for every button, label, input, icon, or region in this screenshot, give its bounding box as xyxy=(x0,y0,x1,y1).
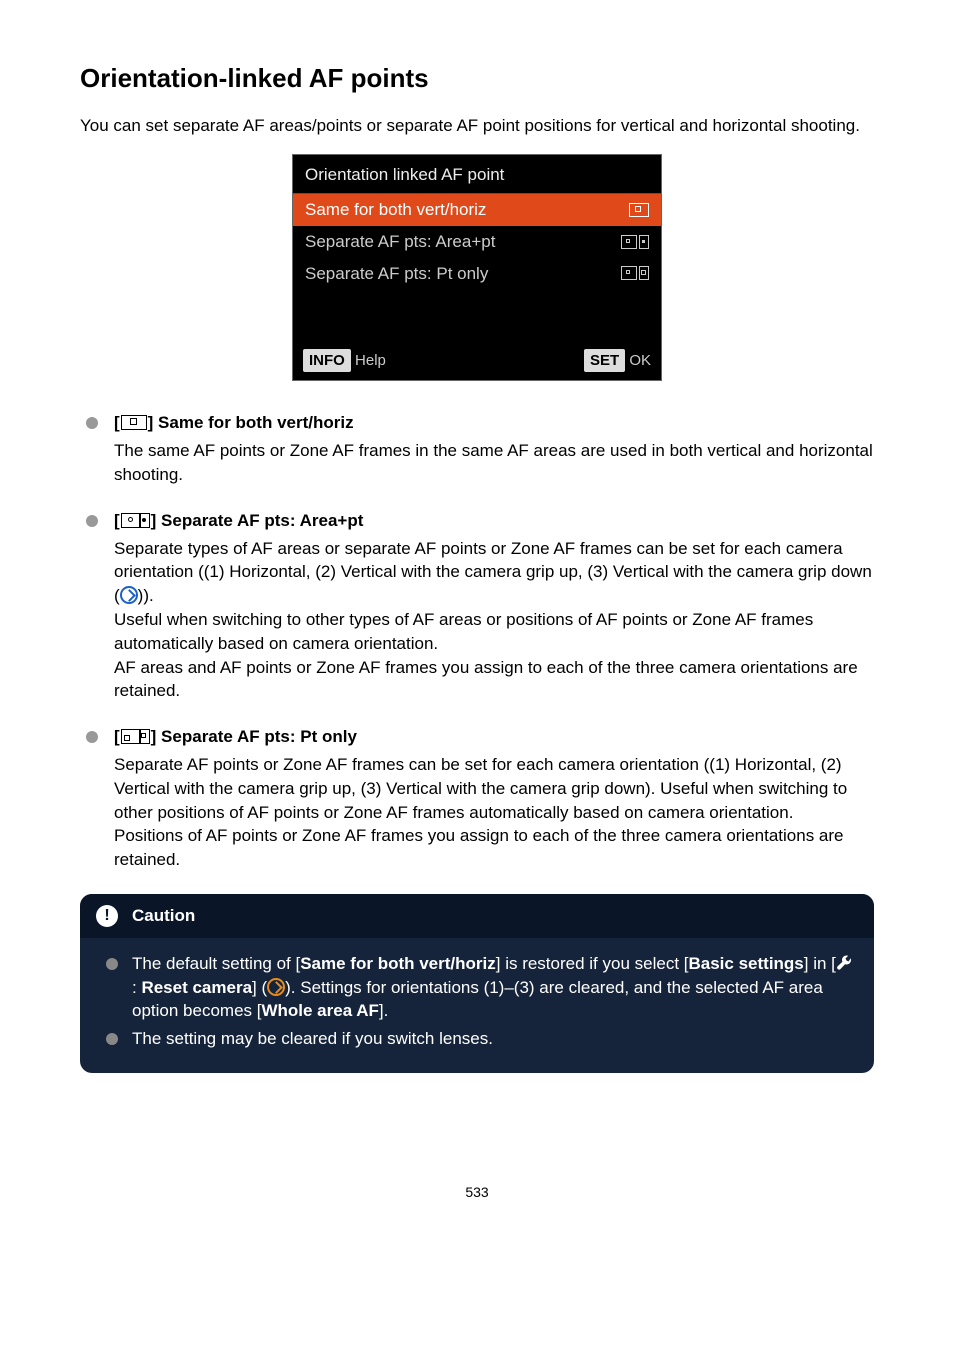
link-ref-icon[interactable] xyxy=(120,586,138,605)
desc-body-ptonly-2: Positions of AF points or Zone AF frames… xyxy=(114,824,874,872)
desc-item-areapt: [ ] Separate AF pts: Area+pt Separate typ… xyxy=(80,509,874,703)
desc-title-text: ] Same for both vert/horiz xyxy=(148,413,354,432)
text-part: ] in [ xyxy=(804,954,836,973)
footer-right: SET OK xyxy=(584,349,651,372)
desc-body-areapt-3: AF areas and AF points or Zone AF frames… xyxy=(114,656,874,704)
desc-title-ptonly: [ ] Separate AF pts: Pt only xyxy=(114,725,874,751)
text-part: ] ( xyxy=(252,978,267,997)
areapt-icon xyxy=(121,511,150,535)
caution-title: Caution xyxy=(132,904,195,928)
ptonly-icon xyxy=(121,727,150,751)
camera-menu-screenshot: Orientation linked AF point Same for bot… xyxy=(292,154,662,381)
desc-title-text: ] Separate AF pts: Area+pt xyxy=(151,511,364,530)
text-part: )). xyxy=(138,586,154,605)
bold-text: Basic settings xyxy=(689,954,804,973)
desc-body-ptonly-1: Separate AF points or Zone AF frames can… xyxy=(114,753,874,824)
option-descriptions: [ ] Same for both vert/horiz The same AF … xyxy=(80,411,874,872)
bold-text: Whole area AF xyxy=(261,1001,378,1020)
bold-text: Reset camera xyxy=(141,978,252,997)
desc-title-text: ] Separate AF pts: Pt only xyxy=(151,727,357,746)
option-icon-ptonly xyxy=(621,266,649,280)
desc-title-same: [ ] Same for both vert/horiz xyxy=(114,411,874,437)
desc-body-areapt-2: Useful when switching to other types of … xyxy=(114,608,874,656)
camera-menu-title: Orientation linked AF point xyxy=(293,155,661,194)
footer-right-label: OK xyxy=(629,352,651,369)
text-part: ]. xyxy=(379,1001,388,1020)
caution-list: The default setting of [Same for both ve… xyxy=(80,938,874,1051)
option-icon-same xyxy=(629,203,649,217)
footer-left-label: Help xyxy=(355,352,386,369)
caution-item-1: The default setting of [Same for both ve… xyxy=(104,952,854,1023)
bracket: [ xyxy=(114,413,120,432)
same-icon xyxy=(121,413,147,437)
menu-spacer xyxy=(293,289,661,343)
bracket: [ xyxy=(114,727,120,746)
menu-option-label: Same for both vert/horiz xyxy=(305,198,486,222)
page-number: 533 xyxy=(80,1183,874,1203)
text-part: ] is restored if you select [ xyxy=(496,954,689,973)
intro-text: You can set separate AF areas/points or … xyxy=(80,114,874,138)
set-badge: SET xyxy=(584,349,625,372)
link-ref-icon[interactable] xyxy=(267,978,285,997)
camera-menu-footer: INFO Help SET OK xyxy=(293,343,661,380)
caution-item-2: The setting may be cleared if you switch… xyxy=(104,1027,854,1051)
desc-item-same: [ ] Same for both vert/horiz The same AF … xyxy=(80,411,874,486)
text-part: The default setting of [ xyxy=(132,954,300,973)
desc-body-same: The same AF points or Zone AF frames in … xyxy=(114,439,874,487)
desc-body-areapt-1: Separate types of AF areas or separate A… xyxy=(114,537,874,608)
wrench-icon xyxy=(836,955,852,971)
page-heading: Orientation-linked AF points xyxy=(80,60,874,96)
desc-title-areapt: [ ] Separate AF pts: Area+pt xyxy=(114,509,874,535)
info-badge: INFO xyxy=(303,349,351,372)
caution-box: ! Caution The default setting of [Same f… xyxy=(80,894,874,1073)
menu-option-label: Separate AF pts: Area+pt xyxy=(305,230,495,254)
text-part: Separate types of AF areas or separate A… xyxy=(114,539,872,606)
desc-item-ptonly: [ ] Separate AF pts: Pt only Separate AF … xyxy=(80,725,874,872)
menu-option-pt-only: Separate AF pts: Pt only xyxy=(293,258,661,290)
menu-option-same: Same for both vert/horiz xyxy=(293,194,661,226)
caution-header: ! Caution xyxy=(80,894,874,938)
menu-option-area-pt: Separate AF pts: Area+pt xyxy=(293,226,661,258)
bracket: [ xyxy=(114,511,120,530)
caution-icon: ! xyxy=(96,905,118,927)
option-icon-areapt xyxy=(621,235,649,249)
menu-option-label: Separate AF pts: Pt only xyxy=(305,262,488,286)
bold-text: Same for both vert/horiz xyxy=(300,954,496,973)
footer-left: INFO Help xyxy=(303,349,386,372)
